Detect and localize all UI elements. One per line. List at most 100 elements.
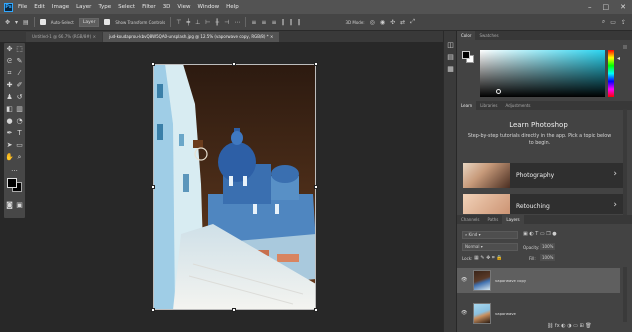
path-select-icon[interactable]: ➤ — [5, 141, 14, 150]
move-tool-icon[interactable]: ✥ — [5, 45, 14, 54]
crop-tool-icon[interactable]: ⌗ — [5, 69, 14, 78]
align-middle-icon[interactable]: ╪ — [186, 19, 190, 26]
menu-file[interactable]: File — [18, 4, 27, 10]
tab-paths[interactable]: Paths — [484, 215, 503, 224]
panel-menu-icon[interactable] — [623, 45, 627, 49]
maximize-icon[interactable]: □ — [603, 3, 610, 11]
zoom-tool-icon[interactable]: ⌕ — [15, 153, 24, 162]
align-center-icon[interactable]: ╫ — [216, 19, 220, 26]
tab-learn[interactable]: Learn — [457, 101, 477, 110]
learn-card-retouching[interactable]: Retouching › — [463, 194, 623, 214]
menu-edit[interactable]: Edit — [34, 4, 45, 10]
layer-row-vaporwave[interactable]: 👁 vaporwave — [457, 301, 620, 326]
distribute-icon[interactable]: ⋯ — [234, 19, 240, 26]
gradient-tool-icon[interactable]: ▥ — [15, 105, 24, 114]
transform-handle[interactable] — [151, 62, 155, 66]
screen-mode-icon[interactable]: ▣ — [15, 201, 24, 210]
quick-select-tool-icon[interactable]: ✎ — [15, 57, 24, 66]
rectangle-tool-icon[interactable]: ▭ — [15, 141, 24, 150]
transform-handle[interactable] — [151, 308, 155, 312]
hue-slider-arrow-icon[interactable]: ◂ — [617, 55, 620, 62]
history-panel-icon[interactable]: ◫ — [446, 41, 455, 50]
tool-preset-icon[interactable]: ▤ — [23, 19, 29, 26]
menu-filter[interactable]: Filter — [142, 4, 156, 10]
more-tools-icon[interactable]: ··· — [10, 167, 19, 176]
show-transform-checkbox[interactable] — [104, 19, 111, 25]
transform-handle[interactable] — [314, 62, 318, 66]
tab-channels[interactable]: Channels — [457, 215, 484, 224]
3d-pan-icon[interactable]: ✣ — [390, 19, 395, 26]
layer-row-vaporwave-copy[interactable]: 👁 vaporwave copy — [457, 268, 620, 293]
auto-select-dropdown[interactable]: Layer — [78, 17, 100, 27]
adjust-panel-icon[interactable]: ▦ — [446, 65, 455, 74]
align-left-icon[interactable]: ⊢ — [205, 19, 210, 26]
color-picker-cursor[interactable] — [496, 89, 501, 94]
layers-scrollbar[interactable] — [623, 267, 627, 322]
menu-image[interactable]: Image — [52, 4, 69, 10]
chevron-down-icon[interactable]: ▾ — [15, 19, 18, 26]
properties-panel-icon[interactable]: ▤ — [446, 53, 455, 62]
align-right-icon[interactable]: ⊣ — [224, 19, 229, 26]
distribute-middle-icon[interactable]: ≡ — [261, 19, 266, 26]
eye-icon[interactable]: 👁 — [461, 277, 467, 283]
align-top-icon[interactable]: ⊤ — [176, 19, 181, 26]
3d-orbit-icon[interactable]: ◎ — [370, 19, 375, 26]
transform-handle[interactable] — [314, 308, 318, 312]
lock-icons[interactable]: ▦ ✎ ✥ ⌗ 🔒 — [474, 255, 503, 261]
learn-card-photography[interactable]: Photography › — [463, 163, 623, 188]
menu-select[interactable]: Select — [118, 4, 135, 10]
tab-libraries[interactable]: Libraries — [476, 101, 501, 110]
close-icon[interactable]: ✕ — [620, 3, 626, 11]
hand-tool-icon[interactable]: ✋ — [5, 153, 14, 162]
tab-untitled-1[interactable]: Untitled-1 @ 66.7% (RGB/8#) × — [26, 32, 102, 42]
tab-color[interactable]: Color — [457, 31, 476, 40]
eye-icon[interactable]: 👁 — [461, 310, 467, 316]
layer-actions-icons[interactable]: ⛓ fx ◐ ◑ ▭ ⊞ 🗑 — [547, 323, 592, 329]
distribute-top-icon[interactable]: ≡ — [251, 19, 256, 26]
quick-mask-icon[interactable]: ◙ — [5, 201, 14, 210]
menu-type[interactable]: Type — [98, 4, 111, 10]
distribute-left-icon[interactable]: ‖ — [281, 19, 284, 26]
pen-tool-icon[interactable]: ✒ — [5, 129, 14, 138]
opacity-field[interactable]: 100% — [540, 243, 556, 250]
dodge-tool-icon[interactable]: ◔ — [15, 117, 24, 126]
3d-slide-icon[interactable]: ⇄ — [400, 19, 405, 26]
tab-vaporwave-document[interactable]: jud-koudaprou-kbvQ8W5QA0-unsplash.jpg @ … — [102, 32, 280, 42]
menu-help[interactable]: Help — [226, 4, 239, 10]
minimize-icon[interactable]: – — [588, 3, 592, 11]
transform-handle[interactable] — [232, 62, 236, 66]
workspace-icon[interactable]: ▭ — [610, 19, 616, 26]
menu-layer[interactable]: Layer — [76, 4, 91, 10]
distribute-right-icon[interactable]: ‖ — [297, 19, 300, 26]
hue-slider[interactable] — [608, 50, 614, 97]
eyedropper-tool-icon[interactable]: ⁄ — [15, 69, 24, 78]
transform-handle[interactable] — [151, 185, 155, 189]
search-icon[interactable]: ⌕ — [602, 18, 605, 26]
marquee-tool-icon[interactable]: ⬚ — [15, 45, 24, 54]
menu-window[interactable]: Window — [197, 4, 219, 10]
3d-roll-icon[interactable]: ◉ — [380, 19, 385, 26]
healing-brush-icon[interactable]: ✚ — [5, 81, 14, 90]
auto-select-checkbox[interactable] — [39, 19, 46, 25]
type-tool-icon[interactable]: T — [15, 129, 24, 138]
3d-scale-icon[interactable]: ⤢ — [410, 18, 415, 26]
layer-filter-dropdown[interactable]: ⌕ Kind ▾ — [462, 231, 518, 239]
tab-swatches[interactable]: Swatches — [475, 31, 502, 40]
clone-stamp-icon[interactable]: ♟ — [5, 93, 14, 102]
distribute-bottom-icon[interactable]: ≡ — [271, 19, 276, 26]
share-icon[interactable]: ⇪ — [621, 19, 626, 26]
move-tool-icon[interactable]: ✥ — [5, 19, 10, 26]
eraser-tool-icon[interactable]: ◧ — [5, 105, 14, 114]
history-brush-icon[interactable]: ↺ — [15, 93, 24, 102]
menu-3d[interactable]: 3D — [163, 4, 171, 10]
distribute-center-icon[interactable]: ‖ — [289, 19, 292, 26]
lasso-tool-icon[interactable]: ᘓ — [5, 57, 14, 66]
tab-layers[interactable]: Layers — [502, 215, 524, 224]
blend-mode-dropdown[interactable]: Normal ▾ — [462, 243, 518, 251]
fill-field[interactable]: 100% — [540, 254, 556, 261]
align-bottom-icon[interactable]: ⊥ — [195, 19, 200, 26]
foreground-color-swatch[interactable] — [7, 178, 17, 188]
blur-tool-icon[interactable]: ● — [5, 117, 14, 126]
foreground-color-chip[interactable] — [462, 51, 470, 59]
transform-handle[interactable] — [232, 308, 236, 312]
